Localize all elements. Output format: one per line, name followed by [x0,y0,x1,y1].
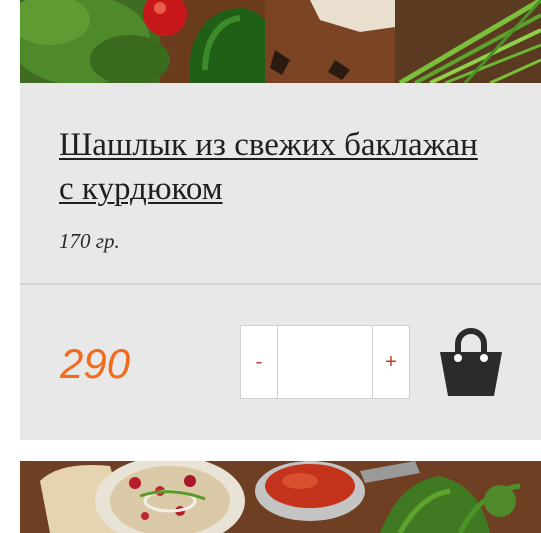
product-card: Шашлык из свежих баклажан с курдюком 170… [20,83,541,440]
quantity-input[interactable] [278,325,372,399]
product-weight: 170 гр. [59,229,120,253]
decrement-button[interactable]: - [240,325,278,399]
quantity-stepper: - + [240,325,410,399]
product-info: Шашлык из свежих баклажан с курдюком 170… [20,83,541,283]
card-divider [20,283,541,285]
food-photo-bottom [20,461,541,533]
product-price: 290 [60,340,131,387]
food-photo-top [20,0,541,83]
shopping-bag-icon [440,328,502,396]
increment-button[interactable]: + [372,325,410,399]
add-to-cart-button[interactable] [438,326,504,398]
product-title-link[interactable]: Шашлык из свежих баклажан с курдюком [59,123,479,211]
